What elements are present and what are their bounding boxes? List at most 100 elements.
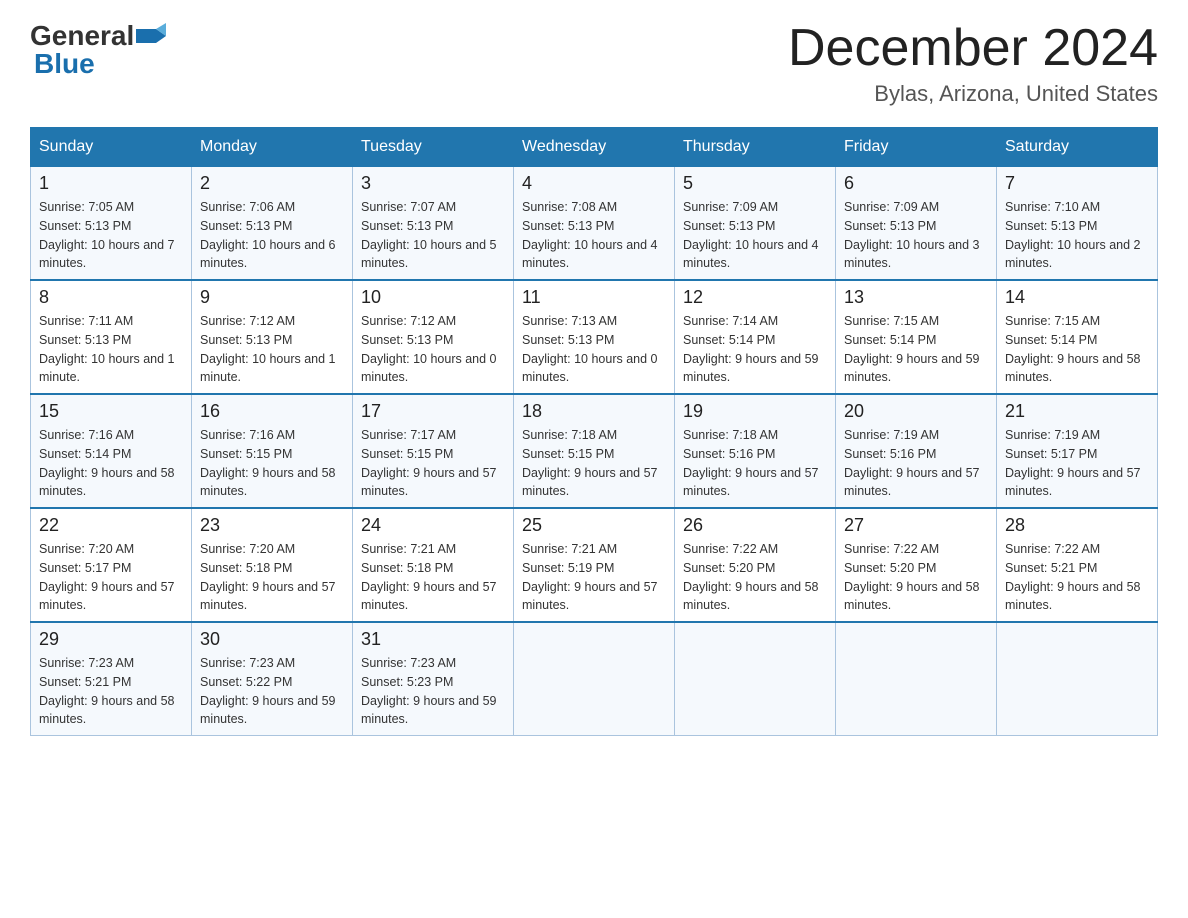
cell-info: Sunrise: 7:22 AMSunset: 5:20 PMDaylight:…: [844, 540, 988, 615]
day-number: 21: [1005, 401, 1149, 422]
cell-info: Sunrise: 7:23 AMSunset: 5:23 PMDaylight:…: [361, 654, 505, 729]
week-row-3: 15 Sunrise: 7:16 AMSunset: 5:14 PMDaylig…: [31, 394, 1158, 508]
calendar-title: December 2024: [788, 20, 1158, 77]
calendar-cell: 17 Sunrise: 7:17 AMSunset: 5:15 PMDaylig…: [353, 394, 514, 508]
calendar-cell: 19 Sunrise: 7:18 AMSunset: 5:16 PMDaylig…: [675, 394, 836, 508]
cell-info: Sunrise: 7:13 AMSunset: 5:13 PMDaylight:…: [522, 312, 666, 387]
day-number: 17: [361, 401, 505, 422]
cell-info: Sunrise: 7:09 AMSunset: 5:13 PMDaylight:…: [683, 198, 827, 273]
day-number: 3: [361, 173, 505, 194]
calendar-cell: 29 Sunrise: 7:23 AMSunset: 5:21 PMDaylig…: [31, 622, 192, 736]
cell-info: Sunrise: 7:16 AMSunset: 5:14 PMDaylight:…: [39, 426, 183, 501]
cell-info: Sunrise: 7:07 AMSunset: 5:13 PMDaylight:…: [361, 198, 505, 273]
calendar-cell: [836, 622, 997, 736]
calendar-cell: 2 Sunrise: 7:06 AMSunset: 5:13 PMDayligh…: [192, 167, 353, 281]
week-row-4: 22 Sunrise: 7:20 AMSunset: 5:17 PMDaylig…: [31, 508, 1158, 622]
day-number: 4: [522, 173, 666, 194]
cell-info: Sunrise: 7:20 AMSunset: 5:18 PMDaylight:…: [200, 540, 344, 615]
day-header-tuesday: Tuesday: [353, 128, 514, 167]
cell-info: Sunrise: 7:23 AMSunset: 5:22 PMDaylight:…: [200, 654, 344, 729]
calendar-cell: 1 Sunrise: 7:05 AMSunset: 5:13 PMDayligh…: [31, 167, 192, 281]
day-number: 5: [683, 173, 827, 194]
week-row-5: 29 Sunrise: 7:23 AMSunset: 5:21 PMDaylig…: [31, 622, 1158, 736]
page-header: General Blue December 2024 Bylas, Arizon…: [30, 20, 1158, 107]
day-number: 11: [522, 287, 666, 308]
calendar-cell: 4 Sunrise: 7:08 AMSunset: 5:13 PMDayligh…: [514, 167, 675, 281]
day-number: 28: [1005, 515, 1149, 536]
cell-info: Sunrise: 7:12 AMSunset: 5:13 PMDaylight:…: [200, 312, 344, 387]
cell-info: Sunrise: 7:21 AMSunset: 5:19 PMDaylight:…: [522, 540, 666, 615]
day-header-thursday: Thursday: [675, 128, 836, 167]
calendar-cell: 24 Sunrise: 7:21 AMSunset: 5:18 PMDaylig…: [353, 508, 514, 622]
cell-info: Sunrise: 7:06 AMSunset: 5:13 PMDaylight:…: [200, 198, 344, 273]
day-header-friday: Friday: [836, 128, 997, 167]
calendar-cell: 11 Sunrise: 7:13 AMSunset: 5:13 PMDaylig…: [514, 280, 675, 394]
title-area: December 2024 Bylas, Arizona, United Sta…: [788, 20, 1158, 107]
cell-info: Sunrise: 7:10 AMSunset: 5:13 PMDaylight:…: [1005, 198, 1149, 273]
cell-info: Sunrise: 7:21 AMSunset: 5:18 PMDaylight:…: [361, 540, 505, 615]
week-row-1: 1 Sunrise: 7:05 AMSunset: 5:13 PMDayligh…: [31, 167, 1158, 281]
calendar-cell: 13 Sunrise: 7:15 AMSunset: 5:14 PMDaylig…: [836, 280, 997, 394]
day-header-saturday: Saturday: [997, 128, 1158, 167]
calendar-cell: 8 Sunrise: 7:11 AMSunset: 5:13 PMDayligh…: [31, 280, 192, 394]
calendar-cell: 22 Sunrise: 7:20 AMSunset: 5:17 PMDaylig…: [31, 508, 192, 622]
day-number: 6: [844, 173, 988, 194]
logo: General Blue: [30, 20, 166, 80]
day-number: 13: [844, 287, 988, 308]
calendar-cell: [514, 622, 675, 736]
calendar-cell: 9 Sunrise: 7:12 AMSunset: 5:13 PMDayligh…: [192, 280, 353, 394]
day-number: 22: [39, 515, 183, 536]
calendar-cell: 26 Sunrise: 7:22 AMSunset: 5:20 PMDaylig…: [675, 508, 836, 622]
cell-info: Sunrise: 7:12 AMSunset: 5:13 PMDaylight:…: [361, 312, 505, 387]
day-header-wednesday: Wednesday: [514, 128, 675, 167]
calendar-table: SundayMondayTuesdayWednesdayThursdayFrid…: [30, 127, 1158, 736]
day-number: 25: [522, 515, 666, 536]
calendar-cell: 3 Sunrise: 7:07 AMSunset: 5:13 PMDayligh…: [353, 167, 514, 281]
cell-info: Sunrise: 7:22 AMSunset: 5:20 PMDaylight:…: [683, 540, 827, 615]
calendar-cell: 16 Sunrise: 7:16 AMSunset: 5:15 PMDaylig…: [192, 394, 353, 508]
day-number: 15: [39, 401, 183, 422]
calendar-cell: 28 Sunrise: 7:22 AMSunset: 5:21 PMDaylig…: [997, 508, 1158, 622]
calendar-cell: 6 Sunrise: 7:09 AMSunset: 5:13 PMDayligh…: [836, 167, 997, 281]
calendar-cell: 10 Sunrise: 7:12 AMSunset: 5:13 PMDaylig…: [353, 280, 514, 394]
day-number: 14: [1005, 287, 1149, 308]
calendar-cell: 14 Sunrise: 7:15 AMSunset: 5:14 PMDaylig…: [997, 280, 1158, 394]
day-number: 8: [39, 287, 183, 308]
cell-info: Sunrise: 7:15 AMSunset: 5:14 PMDaylight:…: [1005, 312, 1149, 387]
calendar-cell: 20 Sunrise: 7:19 AMSunset: 5:16 PMDaylig…: [836, 394, 997, 508]
week-row-2: 8 Sunrise: 7:11 AMSunset: 5:13 PMDayligh…: [31, 280, 1158, 394]
day-number: 31: [361, 629, 505, 650]
calendar-cell: 23 Sunrise: 7:20 AMSunset: 5:18 PMDaylig…: [192, 508, 353, 622]
day-number: 30: [200, 629, 344, 650]
cell-info: Sunrise: 7:08 AMSunset: 5:13 PMDaylight:…: [522, 198, 666, 273]
day-number: 24: [361, 515, 505, 536]
calendar-cell: 12 Sunrise: 7:14 AMSunset: 5:14 PMDaylig…: [675, 280, 836, 394]
day-number: 2: [200, 173, 344, 194]
calendar-cell: [675, 622, 836, 736]
day-number: 12: [683, 287, 827, 308]
day-number: 1: [39, 173, 183, 194]
calendar-cell: 30 Sunrise: 7:23 AMSunset: 5:22 PMDaylig…: [192, 622, 353, 736]
calendar-cell: 15 Sunrise: 7:16 AMSunset: 5:14 PMDaylig…: [31, 394, 192, 508]
cell-info: Sunrise: 7:14 AMSunset: 5:14 PMDaylight:…: [683, 312, 827, 387]
cell-info: Sunrise: 7:18 AMSunset: 5:15 PMDaylight:…: [522, 426, 666, 501]
cell-info: Sunrise: 7:23 AMSunset: 5:21 PMDaylight:…: [39, 654, 183, 729]
calendar-cell: 7 Sunrise: 7:10 AMSunset: 5:13 PMDayligh…: [997, 167, 1158, 281]
cell-info: Sunrise: 7:05 AMSunset: 5:13 PMDaylight:…: [39, 198, 183, 273]
calendar-cell: 31 Sunrise: 7:23 AMSunset: 5:23 PMDaylig…: [353, 622, 514, 736]
day-number: 10: [361, 287, 505, 308]
calendar-cell: 5 Sunrise: 7:09 AMSunset: 5:13 PMDayligh…: [675, 167, 836, 281]
cell-info: Sunrise: 7:20 AMSunset: 5:17 PMDaylight:…: [39, 540, 183, 615]
day-number: 29: [39, 629, 183, 650]
logo-text-blue: Blue: [34, 48, 95, 80]
cell-info: Sunrise: 7:11 AMSunset: 5:13 PMDaylight:…: [39, 312, 183, 387]
days-header-row: SundayMondayTuesdayWednesdayThursdayFrid…: [31, 128, 1158, 167]
day-number: 23: [200, 515, 344, 536]
day-number: 19: [683, 401, 827, 422]
cell-info: Sunrise: 7:19 AMSunset: 5:16 PMDaylight:…: [844, 426, 988, 501]
calendar-cell: 25 Sunrise: 7:21 AMSunset: 5:19 PMDaylig…: [514, 508, 675, 622]
calendar-cell: 18 Sunrise: 7:18 AMSunset: 5:15 PMDaylig…: [514, 394, 675, 508]
calendar-cell: 27 Sunrise: 7:22 AMSunset: 5:20 PMDaylig…: [836, 508, 997, 622]
day-number: 20: [844, 401, 988, 422]
day-header-monday: Monday: [192, 128, 353, 167]
